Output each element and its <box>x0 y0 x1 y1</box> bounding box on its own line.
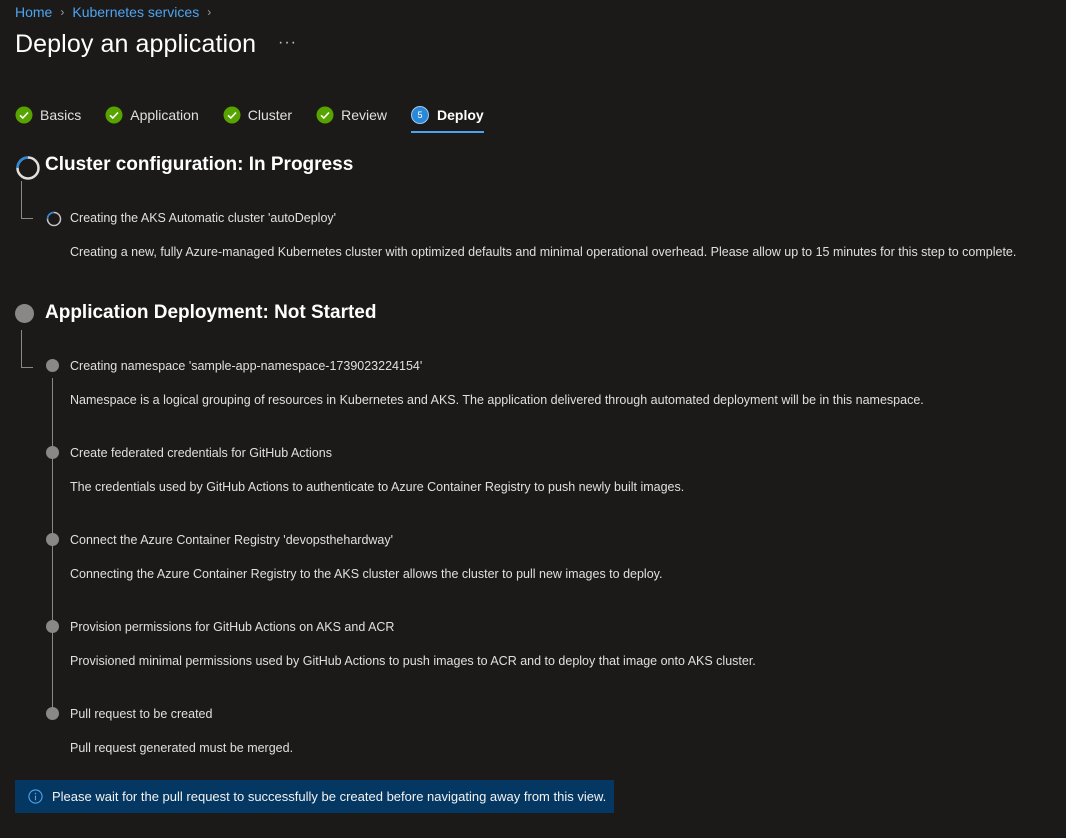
chevron-right-icon: › <box>60 5 65 19</box>
step-description: Creating a new, fully Azure-managed Kube… <box>70 245 1017 259</box>
page-title: Deploy an application <box>15 30 257 58</box>
more-options-button[interactable]: ··· <box>278 34 297 52</box>
step-title: Creating the AKS Automatic cluster 'auto… <box>70 211 337 225</box>
tab-application[interactable]: Application <box>105 102 199 128</box>
info-banner: Please wait for the pull request to succ… <box>15 780 614 813</box>
step-title: Pull request to be created <box>70 707 213 721</box>
tree-connector <box>21 330 22 367</box>
tab-basics[interactable]: Basics <box>15 102 81 128</box>
tab-label: Application <box>130 107 199 123</box>
not-started-status-icon <box>46 620 59 633</box>
not-started-status-icon <box>46 533 59 546</box>
breadcrumb-kubernetes-services-link[interactable]: Kubernetes services <box>72 4 199 20</box>
step-description: Namespace is a logical grouping of resou… <box>70 393 924 407</box>
info-banner-text: Please wait for the pull request to succ… <box>52 789 607 804</box>
tab-deploy[interactable]: 5 Deploy <box>411 102 484 133</box>
not-started-status-icon <box>46 707 59 720</box>
step-description: Provisioned minimal permissions used by … <box>70 654 756 668</box>
step-description: The credentials used by GitHub Actions t… <box>70 480 685 494</box>
tab-label: Cluster <box>247 107 293 123</box>
not-started-status-icon <box>15 304 34 323</box>
tab-label: Review <box>341 107 387 123</box>
step-title: Create federated credentials for GitHub … <box>70 446 332 460</box>
tree-connector <box>21 181 22 218</box>
tab-label: Basics <box>40 107 82 123</box>
breadcrumb: Home › Kubernetes services › <box>15 4 219 20</box>
in-progress-spinner-icon <box>46 211 62 227</box>
tree-connector <box>21 218 33 219</box>
cluster-section-title: Cluster configuration: In Progress <box>45 154 354 175</box>
step-title: Provision permissions for GitHub Actions… <box>70 620 395 634</box>
check-circle-icon <box>105 106 123 124</box>
tree-connector <box>21 367 33 368</box>
not-started-status-icon <box>46 359 59 372</box>
step-title: Connect the Azure Container Registry 'de… <box>70 533 394 547</box>
wizard-tabs: Basics Application Cluster Review 5 Depl… <box>15 102 508 133</box>
tab-review[interactable]: Review <box>316 102 387 128</box>
chevron-right-icon: › <box>207 5 212 19</box>
tab-cluster[interactable]: Cluster <box>223 102 292 128</box>
tab-label: Deploy <box>437 107 484 123</box>
info-icon <box>28 789 43 804</box>
step-description: Pull request generated must be merged. <box>70 741 294 755</box>
app-section-title: Application Deployment: Not Started <box>45 302 377 323</box>
not-started-status-icon <box>46 446 59 459</box>
in-progress-spinner-icon <box>16 156 40 180</box>
step-title: Creating namespace 'sample-app-namespace… <box>70 359 423 373</box>
check-circle-icon <box>15 106 33 124</box>
check-circle-icon <box>316 106 334 124</box>
step-number-badge: 5 <box>411 106 429 124</box>
step-description: Connecting the Azure Container Registry … <box>70 567 663 581</box>
breadcrumb-home-link[interactable]: Home <box>15 4 52 20</box>
check-circle-icon <box>223 106 241 124</box>
